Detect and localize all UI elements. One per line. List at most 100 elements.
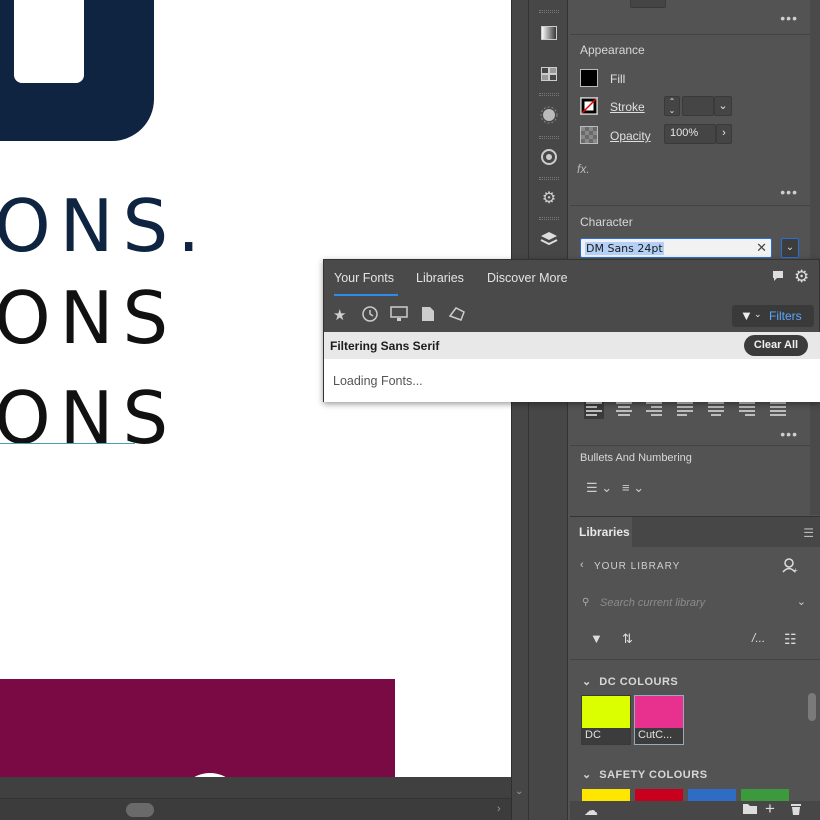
cloud-icon[interactable]: ☁ (584, 802, 598, 819)
feedback-icon[interactable] (772, 270, 784, 285)
gears-icon[interactable]: ⚙ (537, 186, 561, 210)
fill-swatch[interactable] (580, 69, 598, 87)
add-icon[interactable]: + (765, 799, 775, 819)
libraries-scroll-thumb[interactable] (808, 693, 816, 721)
properties-panel: ••• Appearance Fill Stroke ⌃ ⌄ ⌄ Opacity … (570, 0, 810, 515)
search-options-chevron-icon[interactable]: ⌄ (797, 595, 806, 608)
sort-icon[interactable]: ⇅ (622, 631, 633, 647)
activated-fonts-icon[interactable] (448, 306, 466, 326)
installed-fonts-monitor-icon[interactable] (390, 306, 408, 326)
tab-your-fonts[interactable]: Your Fonts (334, 271, 394, 285)
font-list: Loading Fonts... (324, 359, 820, 402)
properties-scrollbar[interactable] (810, 0, 820, 515)
more-options-icon[interactable]: ••• (780, 184, 798, 200)
stroke-weight-stepper[interactable]: ⌃ ⌄ (664, 96, 680, 116)
section-divider (570, 34, 810, 35)
maroon-rectangle[interactable] (0, 679, 395, 777)
group-dc-colours[interactable]: ⌄ DC COLOURS (582, 675, 678, 688)
more-options-icon[interactable]: ••• (780, 10, 798, 26)
font-picker-popup: Your Fonts Libraries Discover More ⚙ ★ ▼… (323, 259, 820, 402)
library-name[interactable]: YOUR LIBRARY (594, 561, 680, 572)
swatch-safety-yellow[interactable] (582, 789, 630, 801)
canvas-text-line-1[interactable]: ONS. (0, 190, 209, 262)
font-dropdown-button[interactable]: ⌄ (781, 238, 799, 258)
filter-icon[interactable]: ▼ (590, 631, 603, 646)
swatch-color (635, 696, 683, 728)
recolor-icon[interactable] (537, 145, 561, 169)
tab-libraries-panel[interactable]: Libraries (570, 517, 632, 547)
font-family-value: DM Sans 24pt (585, 242, 664, 255)
swatch-card-cutc[interactable]: CutC... (634, 695, 684, 745)
gradient-icon[interactable] (537, 21, 561, 45)
filter-status-text: Filtering Sans Serif (330, 339, 440, 353)
swatches-icon[interactable] (537, 62, 561, 86)
bullet-list-icon[interactable]: ☰ ⌄ (586, 480, 612, 496)
tab-libraries[interactable]: Libraries (416, 271, 464, 285)
horizontal-scroll-thumb[interactable] (126, 803, 154, 817)
opacity-icon (580, 126, 598, 144)
font-family-input[interactable]: DM Sans 24pt ✕ (580, 238, 772, 258)
transform-field[interactable] (630, 0, 666, 8)
stroke-weight-input[interactable] (682, 96, 714, 116)
opacity-input[interactable]: 100% (664, 124, 716, 144)
panel-grip[interactable] (539, 10, 559, 13)
swatch-name: CutC... (635, 728, 683, 744)
scroll-right-icon[interactable]: › (497, 803, 501, 815)
panel-menu-icon[interactable]: ☰ (803, 526, 814, 540)
justify-left-icon[interactable] (677, 402, 693, 416)
list-view-icon[interactable]: ☷ (784, 631, 797, 648)
logo-shape (0, 0, 154, 141)
back-chevron-icon[interactable]: ‹ (580, 559, 584, 571)
character-title: Character (580, 215, 633, 229)
panel-grip[interactable] (539, 217, 559, 220)
library-search-input[interactable]: ⚲ Search current library ⌄ (580, 593, 806, 615)
libraries-panel: Libraries ☰ ‹ YOUR LIBRARY + ⚲ Search cu… (570, 516, 820, 820)
clear-icon[interactable]: ✕ (756, 240, 767, 256)
group-safety-colours[interactable]: ⌄ SAFETY COLOURS (582, 768, 708, 781)
layers-icon[interactable] (537, 227, 561, 251)
stroke-swatch[interactable] (580, 97, 598, 115)
libraries-footer: ☁ + (570, 799, 820, 820)
vertical-scrollbar[interactable]: ⌄ (511, 0, 528, 820)
text-frame-edge (0, 443, 135, 444)
stroke-weight-dropdown[interactable]: ⌄ (714, 96, 732, 116)
tab-discover-more[interactable]: Discover More (487, 271, 568, 285)
stroke-label[interactable]: Stroke (610, 100, 645, 114)
status-strip (0, 777, 511, 799)
swatch-safety-red[interactable] (635, 789, 683, 801)
favorites-star-icon[interactable]: ★ (333, 306, 346, 324)
clear-all-button[interactable]: Clear All (744, 335, 808, 356)
filters-button[interactable]: ▼ ⌄ Filters (732, 305, 814, 327)
trash-icon[interactable] (790, 802, 802, 819)
svg-text:+: + (793, 566, 798, 573)
brushes-icon[interactable] (537, 103, 561, 127)
collaborator-icon[interactable]: + (782, 557, 798, 576)
align-center-icon[interactable] (616, 402, 632, 416)
justify-all-icon[interactable] (770, 402, 786, 416)
recent-clock-icon[interactable] (362, 306, 378, 326)
numbered-list-icon[interactable]: ≡ ⌄ (622, 480, 644, 496)
settings-gear-icon[interactable]: ⚙ (794, 267, 809, 287)
library-item-icon[interactable]: /... (752, 631, 765, 645)
search-icon: ⚲ (582, 597, 590, 608)
canvas-text-line-2[interactable]: ONS (0, 282, 177, 354)
filters-label: Filters (769, 309, 802, 323)
panel-grip[interactable] (539, 93, 559, 96)
document-fonts-icon[interactable] (421, 306, 435, 326)
horizontal-scrollbar[interactable]: › (0, 777, 511, 820)
align-right-icon[interactable] (646, 402, 662, 416)
chevron-down-icon: ⌄ (582, 676, 592, 688)
panel-grip[interactable] (539, 177, 559, 180)
align-left-icon[interactable] (584, 399, 604, 419)
opacity-label[interactable]: Opacity (610, 129, 651, 143)
swatch-card-dc[interactable]: DC (581, 695, 631, 745)
panel-grip[interactable] (539, 136, 559, 139)
swatch-safety-blue[interactable] (688, 789, 736, 801)
justify-right-icon[interactable] (739, 402, 755, 416)
more-options-icon[interactable]: ••• (780, 426, 798, 442)
scroll-down-icon[interactable]: ⌄ (515, 786, 523, 797)
justify-center-icon[interactable] (708, 402, 724, 416)
fx-icon[interactable]: fx. (577, 162, 590, 176)
folder-icon[interactable] (742, 802, 758, 818)
opacity-arrow-icon[interactable]: › (716, 124, 732, 144)
